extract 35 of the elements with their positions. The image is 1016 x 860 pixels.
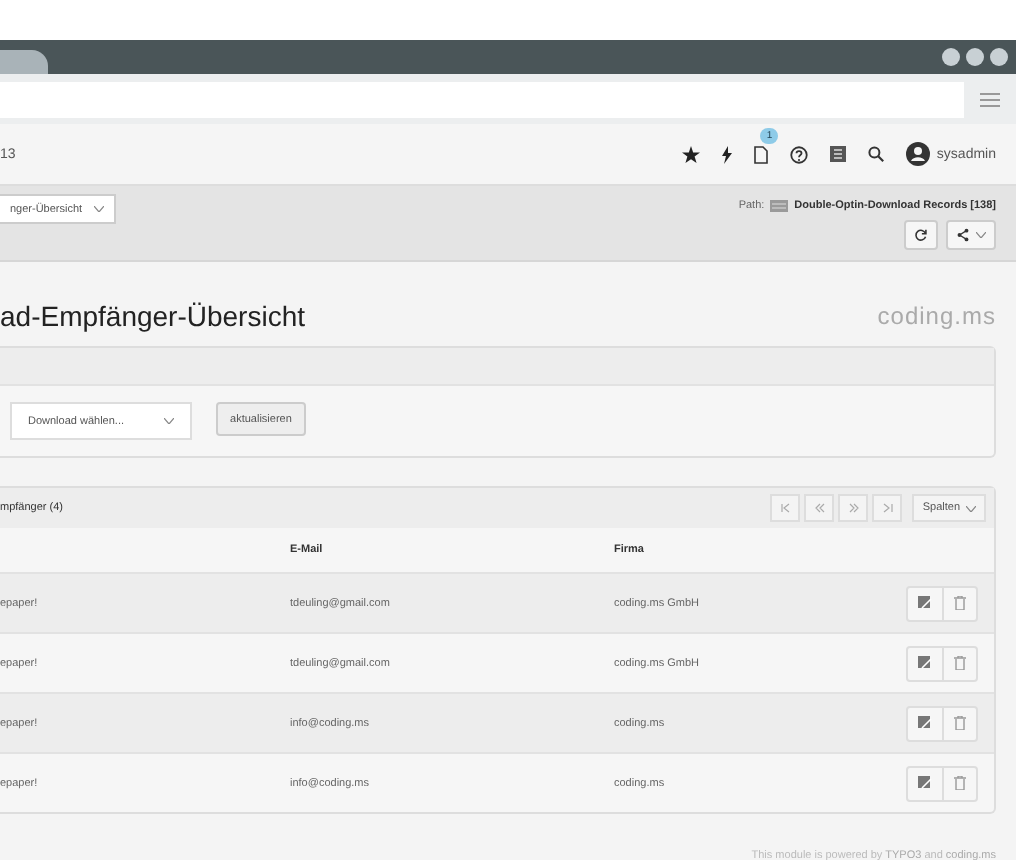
reload-button[interactable] [904,220,938,250]
document-icon[interactable] [754,145,769,163]
user-avatar-icon[interactable] [906,142,931,166]
chevron-down-icon [94,206,105,212]
page-title: ad-Empfänger-Übersicht [0,300,306,332]
brand-logo: coding.ms [877,302,996,330]
trash-icon [953,776,966,790]
previous-page-icon [813,502,826,514]
reload-icon [914,228,928,242]
edit-icon [917,716,932,730]
next-page-icon [847,502,860,514]
window-control-dot[interactable] [990,48,1008,66]
edit-icon [917,776,932,790]
chevron-down-icon [164,418,175,424]
search-icon[interactable] [868,146,885,162]
list-icon[interactable] [830,146,847,162]
browser-tab[interactable] [0,50,48,74]
share-icon [956,228,970,242]
menu-icon[interactable] [980,91,1000,107]
trash-icon [953,656,966,670]
window-control-dot[interactable] [966,48,984,66]
window-control-dot[interactable] [942,48,960,66]
share-button[interactable] [946,220,996,250]
last-page-icon [881,502,894,514]
lightning-icon[interactable] [722,145,733,163]
edit-icon [917,656,932,670]
help-icon[interactable] [790,145,809,163]
trash-icon [953,716,966,730]
chevron-down-icon [966,505,976,511]
folder-icon [770,200,789,212]
edit-icon [917,596,932,610]
chevron-down-icon [976,232,986,238]
first-page-icon [779,502,792,514]
trash-icon [953,596,966,610]
star-icon[interactable] [682,145,701,163]
